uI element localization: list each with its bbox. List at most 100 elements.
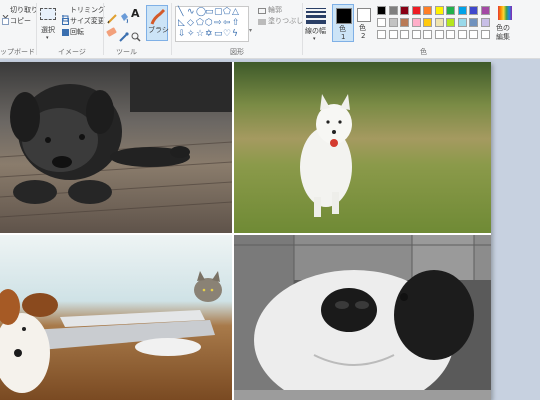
puppy-photo [0,62,232,233]
outline-button[interactable]: 輪郭 [268,6,282,15]
pentagon-shape-icon[interactable]: ⬠ [196,19,204,28]
edit-colors-button[interactable]: 色の 編集 [494,4,518,44]
jack-russell-photo [0,235,232,400]
select-dropdown-icon[interactable]: ▾ [46,34,49,43]
color-swatch[interactable] [388,30,398,39]
resize-button[interactable]: サイズ変更 [70,17,105,26]
fill-icon[interactable] [119,9,129,28]
crop-icon[interactable] [62,7,69,22]
rainbow-icon [498,6,512,20]
curve-shape-icon[interactable]: ∿ [187,8,195,17]
color-swatch[interactable] [469,30,478,39]
rectangle-shape-icon[interactable]: ▭ [205,8,214,17]
color-swatch[interactable] [446,30,455,39]
brush-label: ブラシ [148,26,169,34]
edit-colors-label-2: 編集 [496,33,510,41]
shapes-gallery[interactable]: ╲ ∿ ◯ ▭ ▢ ⬠ △ ◺ ◇ ⬠ ⬡ ⇨ ⇦ ⇧ ⇩ ✧ ☆ ✡ ▭ ♡ … [175,6,249,42]
clipboard-group-label: ップボード [0,48,35,56]
hexagon-shape-icon[interactable]: ⬡ [205,19,213,28]
color-swatch[interactable] [377,18,386,27]
color-swatch[interactable] [411,18,421,27]
shapes-scroll-icon[interactable]: ▾ [249,26,252,35]
color-swatch[interactable] [377,6,386,15]
color-palette [377,6,497,42]
color-swatch[interactable] [423,18,432,27]
color-swatch[interactable] [446,6,455,15]
color-swatch[interactable] [480,30,490,39]
separator [302,3,303,55]
pencil-icon[interactable] [107,9,118,28]
separator [171,3,172,55]
line-shape-icon[interactable]: ╲ [178,8,183,17]
cut-icon[interactable] [2,7,9,22]
copy-button[interactable]: コピー [10,17,31,26]
brush-button[interactable]: ブラシ [146,5,169,41]
color-swatch[interactable] [400,6,409,15]
triangle-shape-icon[interactable]: △ [232,8,239,17]
separator [103,3,104,55]
color-swatch[interactable] [457,18,467,27]
color-swatch[interactable] [434,18,444,27]
fill-shape-button[interactable]: 塗りつぶし [268,17,303,26]
colors-group-label: 色 [420,48,427,56]
color-swatch[interactable] [457,6,467,15]
star5-shape-icon[interactable]: ☆ [196,30,204,39]
right-triangle-shape-icon[interactable]: ◺ [178,19,185,28]
right-arrow-shape-icon[interactable]: ⇨ [214,19,222,28]
polygon-shape-icon[interactable]: ⬠ [223,8,231,17]
copy-icon[interactable] [2,18,9,25]
down-arrow-shape-icon[interactable]: ⇩ [178,30,186,39]
eraser-icon[interactable] [106,27,117,37]
color-swatch[interactable] [457,30,467,39]
color-swatch[interactable] [469,18,478,27]
callout-shape-icon[interactable]: ▭ [214,30,223,39]
cut-button[interactable]: 切り取り [10,6,38,15]
size-dropdown-icon[interactable]: ▾ [313,35,316,44]
line-size-icon[interactable] [306,8,326,24]
color-swatch[interactable] [388,6,398,15]
color-swatch[interactable] [400,30,409,39]
star4-shape-icon[interactable]: ✧ [187,30,195,39]
drawing-canvas[interactable] [0,62,491,400]
canvas-area [0,59,540,400]
rotate-button[interactable]: 回転 [70,28,84,37]
color2-button[interactable]: 色 2 [356,4,372,42]
left-arrow-shape-icon[interactable]: ⇦ [223,19,231,28]
separator [36,3,37,55]
color-picker-icon[interactable] [119,27,129,46]
star6-shape-icon[interactable]: ✡ [205,30,213,39]
color-swatch[interactable] [480,6,490,15]
color-swatch[interactable] [423,30,432,39]
rotate-icon[interactable] [62,29,69,36]
color-swatch[interactable] [423,6,432,15]
resize-icon[interactable] [62,18,69,25]
rounded-rect-shape-icon[interactable]: ▢ [214,8,223,17]
text-icon[interactable]: A [131,8,140,20]
color-swatch[interactable] [388,18,398,27]
color-swatch[interactable] [480,18,490,27]
up-arrow-shape-icon[interactable]: ⇧ [232,19,240,28]
heart-shape-icon[interactable]: ♡ [223,30,231,39]
magnifier-icon[interactable] [131,27,141,46]
lightning-shape-icon[interactable]: ϟ [232,30,238,39]
color-swatch[interactable] [411,30,421,39]
select-icon[interactable] [40,8,56,20]
color-swatch[interactable] [446,18,455,27]
color1-number: 1 [341,33,346,41]
color-swatch[interactable] [434,6,444,15]
color-swatch[interactable] [469,6,478,15]
color2-number: 2 [361,32,366,40]
color-swatch[interactable] [434,30,444,39]
diamond-shape-icon[interactable]: ◇ [187,19,194,28]
fill-shape-icon[interactable] [258,19,266,25]
color2-swatch [357,8,371,22]
color-swatch[interactable] [411,6,421,15]
outline-icon[interactable] [258,8,266,14]
color1-button[interactable]: 色 1 [332,4,354,42]
color-swatch[interactable] [400,18,409,27]
color-swatch[interactable] [377,30,386,39]
crop-button[interactable]: トリミング [70,6,105,15]
color1-swatch [336,8,352,24]
edit-colors-label-1: 色の [496,24,510,32]
image-group-label: イメージ [58,48,86,56]
